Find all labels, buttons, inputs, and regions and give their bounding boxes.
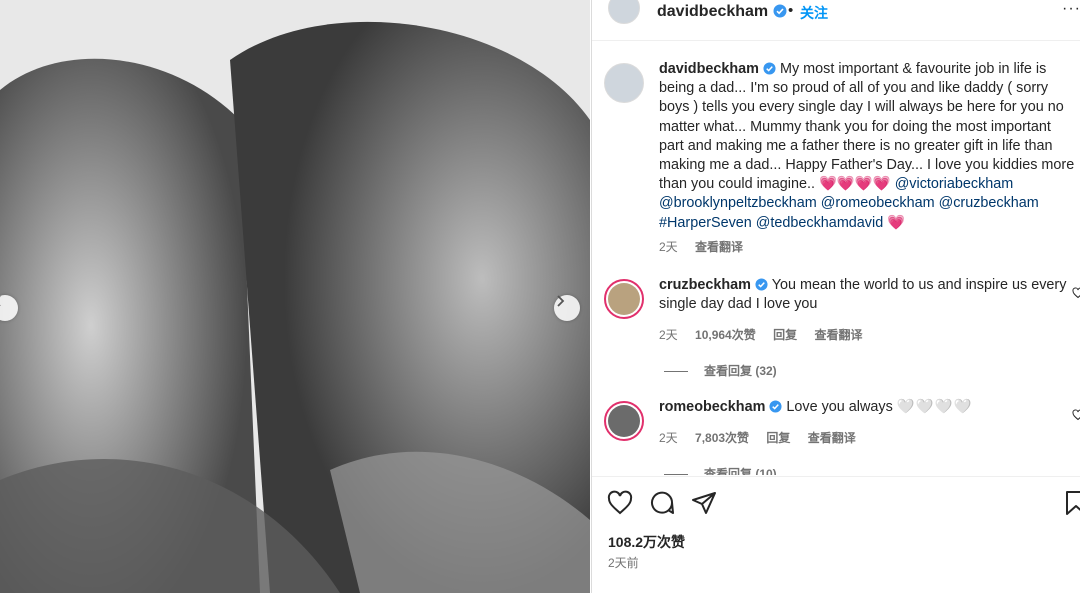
caption-end-heart: 💗 [887,214,906,231]
mention-link[interactable]: @romeobeckham [821,195,935,211]
view-replies-button[interactable]: 查看回复 (10) [664,465,777,475]
comment-likes[interactable]: 10,964次赞 [695,328,756,342]
comment-username[interactable]: cruzbeckham [659,277,751,293]
caption-body: My most important & favourite job in lif… [659,61,1075,193]
translate-button[interactable]: 查看翻译 [808,431,856,445]
verified-badge-icon [769,400,782,413]
verified-badge-icon [763,62,776,75]
avatar[interactable] [604,401,644,441]
heart-icon[interactable] [606,489,634,517]
avatar[interactable] [608,0,640,24]
avatar[interactable] [604,279,644,319]
comment-time[interactable]: 2天 [659,431,678,445]
translate-button[interactable]: 查看翻译 [695,240,743,254]
bookmark-icon[interactable] [1062,489,1080,517]
mention-link[interactable]: @victoriabeckham [895,176,1014,192]
share-icon[interactable] [690,489,718,517]
comments-list[interactable]: davidbeckham My most important & favouri… [592,40,1080,475]
replies-divider [664,474,688,475]
caption-meta: 2天 查看翻译 [659,238,757,255]
more-options-button[interactable]: ··· [1062,0,1080,18]
mention-link[interactable]: @brooklynpeltzbeckham [659,195,817,211]
comment-body: Love you always [786,399,893,415]
comment-meta: 2天 7,803次赞 回复 查看翻译 [659,429,870,446]
caption-time[interactable]: 2天 [659,240,678,254]
verified-badge-icon [773,4,787,18]
caption-username[interactable]: davidbeckham [659,61,759,77]
replies-divider [664,371,688,373]
comment-like-icon[interactable] [1072,409,1080,421]
follow-button[interactable]: 关注 [800,3,828,23]
caption-text: davidbeckham My most important & favouri… [659,60,1075,233]
view-replies-label[interactable]: 查看回复 (10) [704,467,777,475]
comment-icon[interactable] [648,489,676,517]
comment-text: romeobeckham Love you always 🤍🤍🤍🤍 [659,398,1075,417]
comment-like-icon[interactable] [1072,287,1080,299]
chevron-left-icon [0,296,1,306]
post-header: davidbeckham • 关注 ··· [592,0,1080,24]
chevron-right-icon [557,295,565,307]
comment-meta: 2天 10,964次赞 回复 查看翻译 [659,326,876,343]
mention-link[interactable]: @cruzbeckham [939,195,1039,211]
reply-button[interactable]: 回复 [766,431,790,445]
view-replies-button[interactable]: 查看回复 (32) [664,362,777,379]
translate-button[interactable]: 查看翻译 [814,328,862,342]
post-sidebar: davidbeckham • 关注 ··· davidbeckham My mo… [591,0,1080,593]
comment-username[interactable]: romeobeckham [659,399,765,415]
reply-button[interactable]: 回复 [773,328,797,342]
hashtag-link[interactable]: #HarperSeven [659,215,752,231]
mention-link[interactable]: @tedbeckhamdavid [756,215,883,231]
header-username[interactable]: davidbeckham [657,3,787,21]
photo-placeholder [0,0,590,593]
caption-hearts: 💗💗💗💗 [819,176,891,193]
avatar[interactable] [604,63,644,103]
post-actions: 108.2万次赞 2天前 [592,476,1080,593]
likes-count[interactable]: 108.2万次赞 [608,532,685,552]
verified-badge-icon [755,278,768,291]
comment-time[interactable]: 2天 [659,328,678,342]
post-photo [0,0,590,593]
comment-hearts: 🤍🤍🤍🤍 [896,399,973,415]
header-separator: • [788,2,794,19]
posted-time: 2天前 [608,556,639,570]
carousel-next-button[interactable] [554,295,580,321]
comment-likes[interactable]: 7,803次赞 [695,431,749,445]
view-replies-label[interactable]: 查看回复 (32) [704,364,777,378]
comment-text: cruzbeckham You mean the world to us and… [659,276,1075,314]
